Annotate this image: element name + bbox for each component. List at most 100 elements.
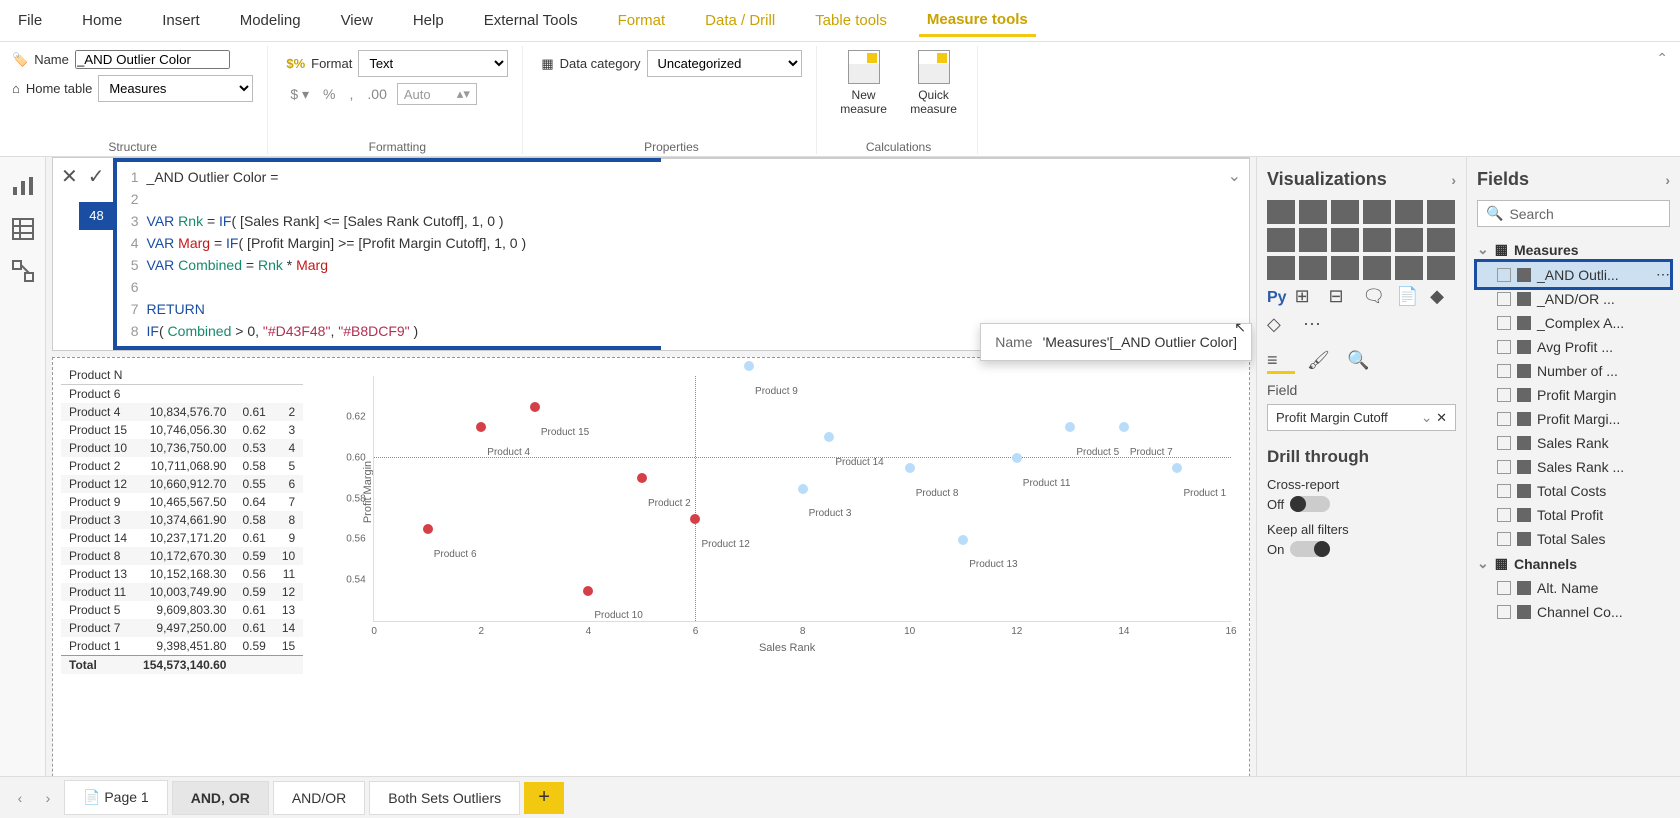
new-measure-button[interactable]: New measure — [835, 50, 893, 116]
analytics-tab-icon[interactable]: 🔍 — [1347, 350, 1375, 374]
viz-pane-collapse-icon[interactable]: › — [1451, 172, 1456, 188]
viz-type-icon[interactable] — [1299, 256, 1327, 280]
data-category-select[interactable]: Uncategorized — [647, 50, 802, 77]
format-label: Format — [311, 56, 352, 71]
data-view-icon[interactable] — [10, 217, 36, 241]
viz-type-icon[interactable] — [1427, 228, 1455, 252]
viz-type-icon[interactable] — [1395, 228, 1423, 252]
field-item[interactable]: Alt. Name — [1477, 576, 1670, 600]
page-tab-4[interactable]: Both Sets Outliers — [369, 781, 520, 815]
viz-type-icon[interactable] — [1299, 200, 1327, 224]
viz-type-icon[interactable] — [1331, 256, 1359, 280]
decimals-button[interactable]: .00 — [363, 84, 390, 104]
py-visual-icon[interactable]: Py — [1267, 289, 1287, 307]
key-influencers-icon[interactable]: ⊞ — [1295, 286, 1321, 310]
viz-type-icon[interactable] — [1363, 200, 1391, 224]
field-item[interactable]: _AND/OR ... — [1477, 287, 1670, 311]
category-icon: ▦ — [541, 56, 553, 72]
fields-tab-icon[interactable]: ≡ — [1267, 350, 1295, 374]
quick-measure-button[interactable]: Quick measure — [905, 50, 963, 116]
field-pill-chevron-icon[interactable]: ⌄ — [1421, 409, 1433, 425]
name-input[interactable] — [75, 50, 230, 69]
format-select[interactable]: Text — [358, 50, 508, 77]
report-view-icon[interactable] — [10, 175, 36, 199]
cross-report-toggle[interactable] — [1290, 496, 1330, 512]
fields-pane-collapse-icon[interactable]: › — [1665, 172, 1670, 188]
field-item[interactable]: Total Profit — [1477, 503, 1670, 527]
menu-help[interactable]: Help — [405, 6, 452, 35]
paginated-icon[interactable]: 📄 — [1396, 286, 1422, 310]
field-item[interactable]: Channel Co... — [1477, 600, 1670, 624]
menu-insert[interactable]: Insert — [154, 6, 208, 35]
menu-view[interactable]: View — [333, 6, 381, 35]
field-item[interactable]: Sales Rank — [1477, 431, 1670, 455]
ribbon-collapse-icon[interactable]: ⌃ — [1656, 50, 1668, 67]
field-item[interactable]: Total Costs — [1477, 479, 1670, 503]
powerapps-icon[interactable]: ◆ — [1430, 286, 1456, 310]
tag-icon: 🏷️ — [12, 52, 28, 68]
currency-button[interactable]: $ ▾ — [286, 84, 313, 105]
page-prev-icon[interactable]: ‹ — [8, 786, 32, 810]
qa-visual-icon[interactable]: 🗨 — [1362, 286, 1388, 310]
custom-visual-icon[interactable]: ◇ — [1267, 314, 1295, 338]
menu-table-tools[interactable]: Table tools — [807, 6, 895, 35]
decimals-spinner[interactable]: Auto▴▾ — [397, 83, 477, 105]
report-page[interactable]: Product N Product 6Product 410,834,576.7… — [52, 357, 1250, 776]
viz-type-icon[interactable] — [1427, 256, 1455, 280]
field-item[interactable]: Avg Profit ... — [1477, 335, 1670, 359]
page-next-icon[interactable]: › — [36, 786, 60, 810]
page-tab-1[interactable]: 📄 Page 1 — [64, 780, 168, 815]
field-well-label: Field — [1267, 382, 1456, 398]
page-tab-2[interactable]: AND, OR — [172, 781, 269, 815]
viz-type-icon[interactable] — [1363, 228, 1391, 252]
field-pill[interactable]: Profit Margin Cutoff ⌄ ✕ — [1267, 404, 1456, 431]
fields-group[interactable]: ⌄▦Measures — [1477, 237, 1670, 262]
viz-type-icon[interactable] — [1267, 200, 1295, 224]
menu-file[interactable]: File — [10, 6, 50, 35]
menu-home[interactable]: Home — [74, 6, 130, 35]
menu-external-tools[interactable]: External Tools — [476, 6, 586, 35]
field-pill-remove-icon[interactable]: ✕ — [1436, 410, 1447, 425]
product-table[interactable]: Product N Product 6Product 410,834,576.7… — [61, 366, 303, 674]
page-add-button[interactable]: + — [524, 782, 564, 814]
ribbon-structure: 🏷️ Name ⌂ Home table Measures Structure — [12, 46, 268, 154]
formula-expand-icon[interactable]: ⌄ — [1228, 166, 1241, 186]
formula-cancel-icon[interactable]: ✕ — [61, 164, 78, 189]
viz-type-icon[interactable] — [1395, 200, 1423, 224]
field-item[interactable]: Sales Rank ... — [1477, 455, 1670, 479]
field-item[interactable]: Number of ... — [1477, 359, 1670, 383]
home-table-select[interactable]: Measures — [98, 75, 253, 102]
badge: 48 — [79, 202, 115, 230]
decomp-tree-icon[interactable]: ⊟ — [1328, 286, 1354, 310]
model-view-icon[interactable] — [10, 259, 36, 283]
fields-search[interactable]: 🔍 Search — [1477, 200, 1670, 227]
more-visuals-icon[interactable]: ⋯ — [1303, 314, 1331, 338]
viz-type-icon[interactable] — [1267, 228, 1295, 252]
field-item[interactable]: Total Sales — [1477, 527, 1670, 551]
keep-filters-toggle[interactable] — [1290, 541, 1330, 557]
menu-format[interactable]: Format — [610, 6, 674, 35]
viz-type-icon[interactable] — [1395, 256, 1423, 280]
percent-button[interactable]: % — [319, 84, 339, 104]
viz-type-icon[interactable] — [1363, 256, 1391, 280]
menu-measure-tools[interactable]: Measure tools — [919, 5, 1036, 37]
formula-editor[interactable]: 48 1_AND Outlier Color =23VAR Rnk = IF( … — [113, 158, 661, 350]
viz-type-icon[interactable] — [1267, 256, 1295, 280]
viz-type-icon[interactable] — [1331, 228, 1359, 252]
menu-modeling[interactable]: Modeling — [232, 6, 309, 35]
field-item[interactable]: _Complex A... — [1477, 311, 1670, 335]
viz-type-icon[interactable] — [1299, 228, 1327, 252]
field-item[interactable]: _AND Outli...⋯ — [1477, 262, 1670, 287]
comma-button[interactable]: , — [346, 84, 358, 104]
formula-commit-icon[interactable]: ✓ — [88, 164, 105, 189]
cross-report-state: Off — [1267, 497, 1284, 512]
field-item[interactable]: Profit Margin — [1477, 383, 1670, 407]
page-tab-3[interactable]: AND/OR — [273, 781, 365, 815]
scatter-chart[interactable]: Profit Margin 02468101214160.540.560.580… — [333, 366, 1241, 646]
viz-type-icon[interactable] — [1427, 200, 1455, 224]
viz-type-icon[interactable] — [1331, 200, 1359, 224]
format-tab-icon[interactable]: 🖌 — [1307, 350, 1335, 374]
fields-group[interactable]: ⌄▦Channels — [1477, 551, 1670, 576]
menu-data-drill[interactable]: Data / Drill — [697, 6, 783, 35]
field-item[interactable]: Profit Margi... — [1477, 407, 1670, 431]
